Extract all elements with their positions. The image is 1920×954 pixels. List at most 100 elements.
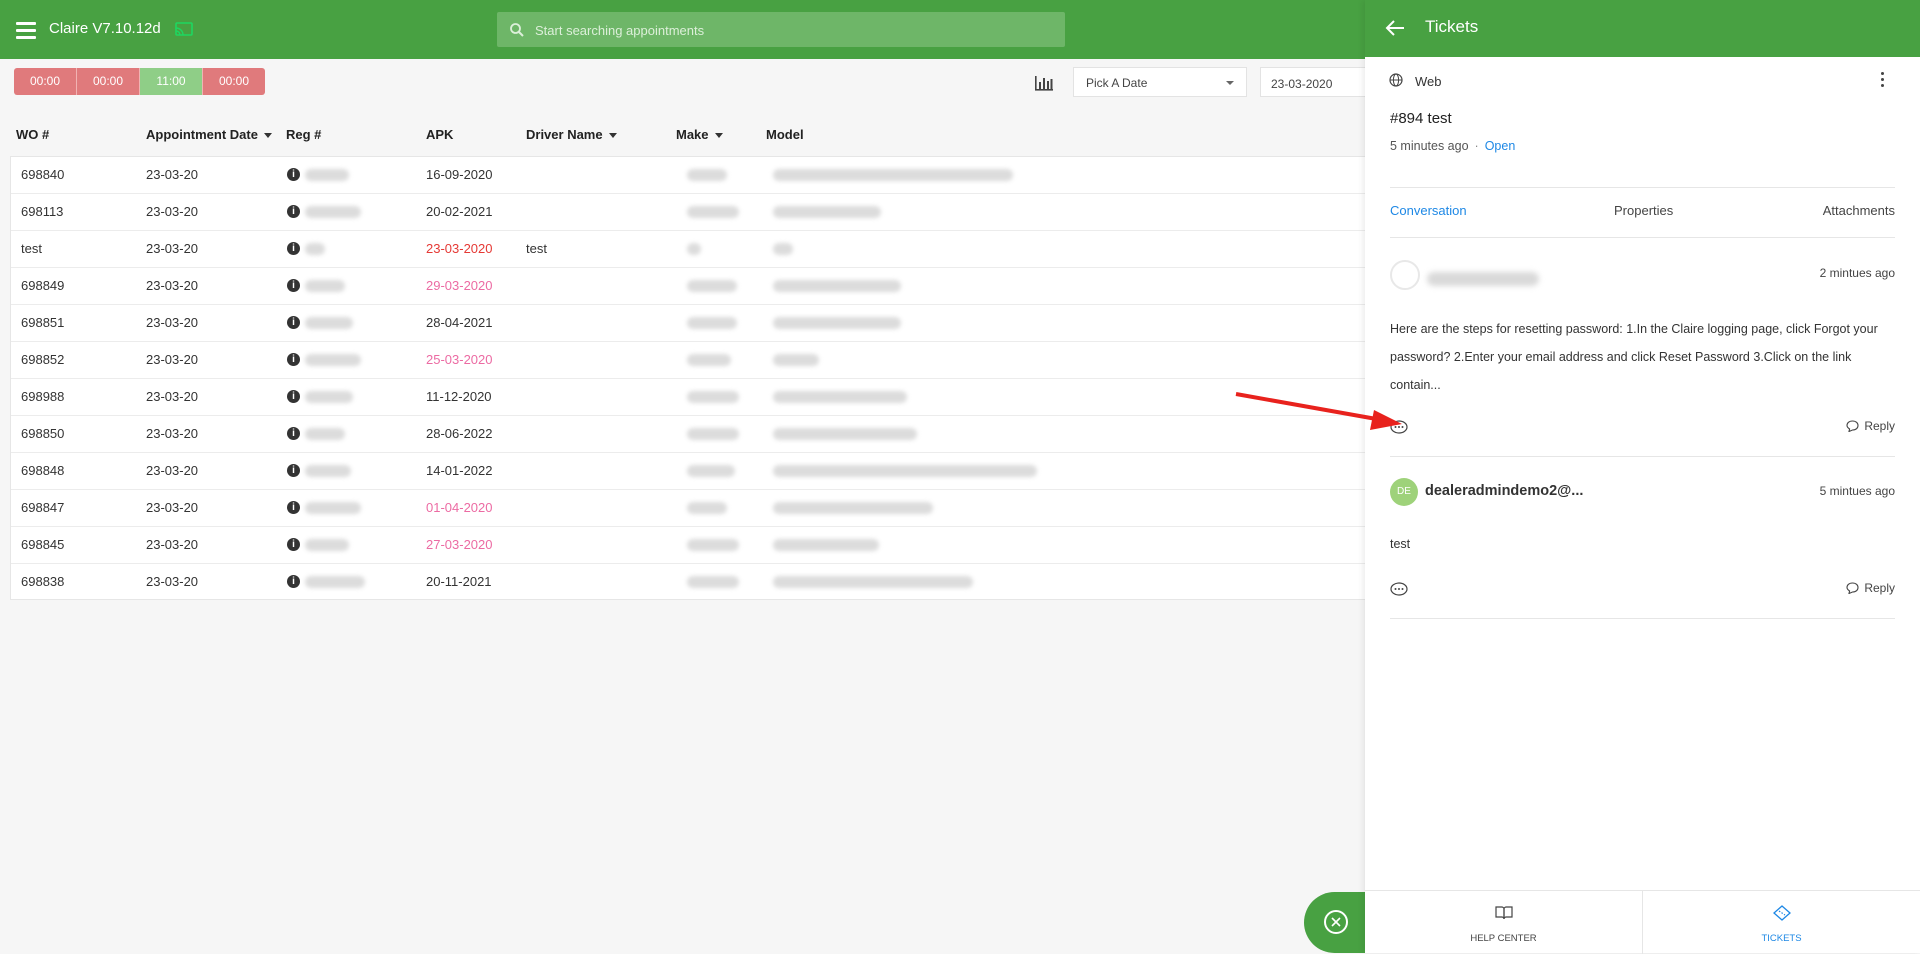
cell-driver-name: test — [526, 241, 547, 256]
info-icon[interactable]: i — [287, 427, 300, 440]
cell-wo: 698988 — [21, 389, 65, 404]
table-row[interactable]: 698840 23-03-20 i 16-09-2020 — [11, 157, 1391, 194]
info-icon[interactable]: i — [287, 242, 300, 255]
menu-icon[interactable] — [16, 22, 36, 39]
ticket-status[interactable]: Open — [1485, 139, 1516, 153]
cell-appointment-date: 23-03-20 — [146, 204, 199, 219]
cell-apk: 20-11-2021 — [426, 574, 492, 589]
tickets-tab[interactable]: TICKETS — [1643, 891, 1920, 954]
sort-caret-icon — [714, 133, 723, 139]
column-model[interactable]: Model — [766, 127, 804, 142]
cell-apk: 23-03-2020 — [426, 241, 493, 256]
model-redacted — [773, 354, 819, 366]
make-redacted — [687, 539, 739, 551]
reg-redacted — [305, 280, 345, 292]
tab-properties[interactable]: Properties — [1614, 203, 1673, 218]
more-options-icon[interactable] — [1881, 72, 1885, 88]
cell-wo: 698851 — [21, 315, 65, 330]
reg-redacted — [305, 465, 351, 477]
cell-apk: 14-01-2022 — [426, 463, 493, 478]
make-redacted — [687, 317, 737, 329]
channel-label: Web — [1415, 74, 1442, 89]
tickets-panel: Tickets Web #894 test 5 minutes ago · Open… — [1365, 0, 1920, 954]
reply-button[interactable]: Reply — [1846, 419, 1895, 433]
reg-redacted — [305, 502, 361, 514]
table-row[interactable]: 698848 23-03-20 i 14-01-2022 — [11, 453, 1391, 490]
column-make[interactable]: Make — [676, 127, 723, 142]
info-icon[interactable]: i — [287, 464, 300, 477]
model-redacted — [773, 243, 793, 255]
table-row[interactable]: 698850 23-03-20 i 28-06-2022 — [11, 416, 1391, 453]
table-row[interactable]: 698845 23-03-20 i 27-03-2020 — [11, 527, 1391, 564]
bar-chart-icon[interactable] — [1034, 74, 1054, 91]
back-arrow-icon[interactable] — [1385, 19, 1405, 37]
table-row[interactable]: 698988 23-03-20 i 11-12-2020 — [11, 379, 1391, 416]
tab-attachments[interactable]: Attachments — [1823, 203, 1895, 218]
search-input[interactable] — [533, 12, 1057, 49]
time-slot[interactable]: 00:00 — [203, 68, 265, 95]
pick-date-dropdown[interactable]: Pick A Date — [1073, 67, 1247, 97]
sort-caret-icon — [608, 133, 617, 139]
model-redacted — [773, 391, 907, 403]
cell-wo: 698113 — [21, 204, 64, 219]
column-apk[interactable]: APK — [426, 127, 453, 142]
time-slot[interactable]: 11:00 — [140, 68, 203, 95]
reply-icon — [1846, 420, 1859, 432]
chat-bubble-icon[interactable] — [1390, 582, 1408, 596]
cell-appointment-date: 23-03-20 — [146, 426, 199, 441]
cell-appointment-date: 23-03-20 — [146, 315, 199, 330]
date-field[interactable]: 23-03-2020 — [1260, 67, 1380, 97]
app-title: Claire V7.10.12d — [49, 20, 161, 37]
info-icon[interactable]: i — [287, 538, 300, 551]
column-appointment-date[interactable]: Appointment Date — [146, 127, 272, 142]
column-reg[interactable]: Reg # — [286, 127, 321, 142]
tab-conversation[interactable]: Conversation — [1390, 203, 1467, 218]
model-redacted — [773, 280, 901, 292]
column-driver-name[interactable]: Driver Name — [526, 127, 617, 142]
info-icon[interactable]: i — [287, 575, 300, 588]
date-value: 23-03-2020 — [1271, 77, 1333, 91]
reg-redacted — [305, 539, 349, 551]
reg-redacted — [305, 576, 365, 588]
make-redacted — [687, 206, 739, 218]
avatar — [1390, 260, 1420, 290]
author-name-redacted — [1427, 272, 1539, 286]
chevron-down-icon — [1226, 81, 1234, 85]
reg-redacted — [305, 169, 349, 181]
time-slot-bar: 00:00 00:00 11:00 00:00 — [14, 68, 265, 95]
make-redacted — [687, 169, 727, 181]
cast-icon[interactable] — [175, 22, 193, 36]
cell-appointment-date: 23-03-20 — [146, 463, 199, 478]
search-bar — [497, 12, 1065, 49]
reply-button[interactable]: Reply — [1846, 581, 1895, 595]
info-icon[interactable]: i — [287, 501, 300, 514]
table-row[interactable]: test 23-03-20 i 23-03-2020 test — [11, 231, 1391, 268]
cell-apk: 16-09-2020 — [426, 167, 493, 182]
info-icon[interactable]: i — [287, 316, 300, 329]
time-slot[interactable]: 00:00 — [14, 68, 77, 95]
info-icon[interactable]: i — [287, 168, 300, 181]
info-icon[interactable]: i — [287, 390, 300, 403]
info-icon[interactable]: i — [287, 353, 300, 366]
info-icon[interactable]: i — [287, 205, 300, 218]
model-redacted — [773, 502, 933, 514]
make-redacted — [687, 502, 727, 514]
pick-date-label: Pick A Date — [1086, 76, 1148, 90]
close-icon — [1324, 910, 1348, 934]
table-row[interactable]: 698851 23-03-20 i 28-04-2021 — [11, 305, 1391, 342]
sort-caret-icon — [263, 133, 272, 139]
divider — [1390, 618, 1895, 619]
table-row[interactable]: 698849 23-03-20 i 29-03-2020 — [11, 268, 1391, 305]
reply-icon — [1846, 582, 1859, 594]
table-row[interactable]: 698838 23-03-20 i 20-11-2021 — [11, 564, 1391, 599]
cell-appointment-date: 23-03-20 — [146, 389, 199, 404]
table-row[interactable]: 698113 23-03-20 i 20-02-2021 — [11, 194, 1391, 231]
time-slot[interactable]: 00:00 — [77, 68, 140, 95]
cell-wo: 698840 — [21, 167, 65, 182]
column-wo[interactable]: WO # — [16, 127, 49, 142]
table-row[interactable]: 698852 23-03-20 i 25-03-2020 — [11, 342, 1391, 379]
book-icon — [1495, 906, 1513, 920]
table-row[interactable]: 698847 23-03-20 i 01-04-2020 — [11, 490, 1391, 527]
info-icon[interactable]: i — [287, 279, 300, 292]
help-center-tab[interactable]: HELP CENTER — [1365, 891, 1643, 954]
